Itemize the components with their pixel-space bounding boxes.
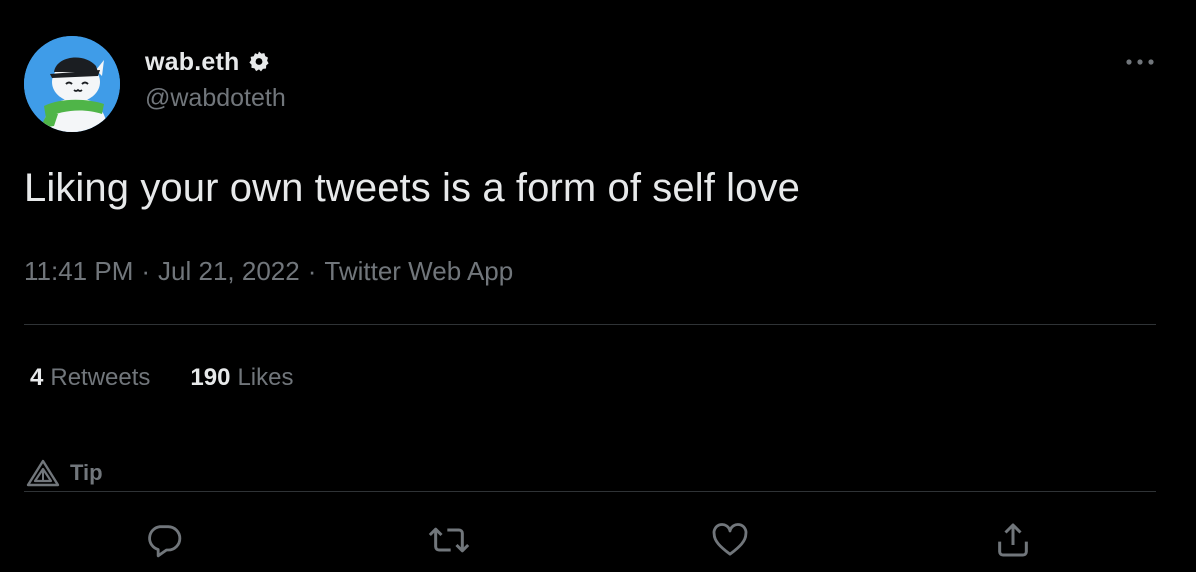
like-button[interactable]: [702, 512, 758, 568]
share-upload-icon: [998, 523, 1028, 557]
avatar[interactable]: [24, 36, 120, 132]
likes-label: Likes: [237, 364, 294, 391]
display-name[interactable]: wab.eth: [145, 48, 239, 77]
divider: [24, 491, 1156, 492]
likes-count: 190: [190, 364, 231, 391]
like-heart-icon: [712, 523, 748, 556]
tweet-stats: 4 Retweets 190 Likes: [30, 364, 293, 392]
meta-separator: ·: [141, 256, 151, 286]
tweet-time[interactable]: 11:41 PM: [24, 256, 133, 286]
cat-avatar-icon: [24, 36, 120, 132]
tweet-date[interactable]: Jul 21, 2022: [158, 256, 300, 286]
likes-stat[interactable]: 190 Likes: [190, 364, 293, 392]
more-dots-icon: [1126, 59, 1154, 65]
tip-button[interactable]: Tip: [26, 459, 103, 487]
retweets-stat[interactable]: 4 Retweets: [30, 364, 150, 392]
verified-badge-icon[interactable]: [247, 50, 271, 74]
tip-label: Tip: [70, 460, 103, 485]
tweet-meta: 11:41 PM · Jul 21, 2022 · Twitter Web App: [24, 256, 513, 287]
reply-icon: [148, 525, 182, 558]
reply-button[interactable]: [136, 512, 192, 568]
retweets-label: Retweets: [50, 364, 151, 391]
divider: [24, 324, 1156, 325]
share-button[interactable]: [985, 512, 1041, 568]
retweet-icon: [428, 527, 470, 553]
meta-separator: ·: [307, 256, 317, 286]
retweet-button[interactable]: [421, 512, 477, 568]
tweet-text: Liking your own tweets is a form of self…: [24, 166, 800, 210]
tweet-source[interactable]: Twitter Web App: [324, 256, 513, 286]
author-info: wab.eth @wabdoteth: [145, 44, 286, 113]
more-options-button[interactable]: [1120, 48, 1160, 76]
display-name-row: wab.eth: [145, 44, 286, 80]
retweets-count: 4: [30, 364, 44, 391]
tip-triangle-icon: [26, 459, 60, 487]
author-handle[interactable]: @wabdoteth: [145, 84, 286, 113]
action-bar: [0, 512, 1196, 568]
tweet-card: wab.eth @wabdoteth Liking your own tweet…: [0, 0, 1196, 572]
